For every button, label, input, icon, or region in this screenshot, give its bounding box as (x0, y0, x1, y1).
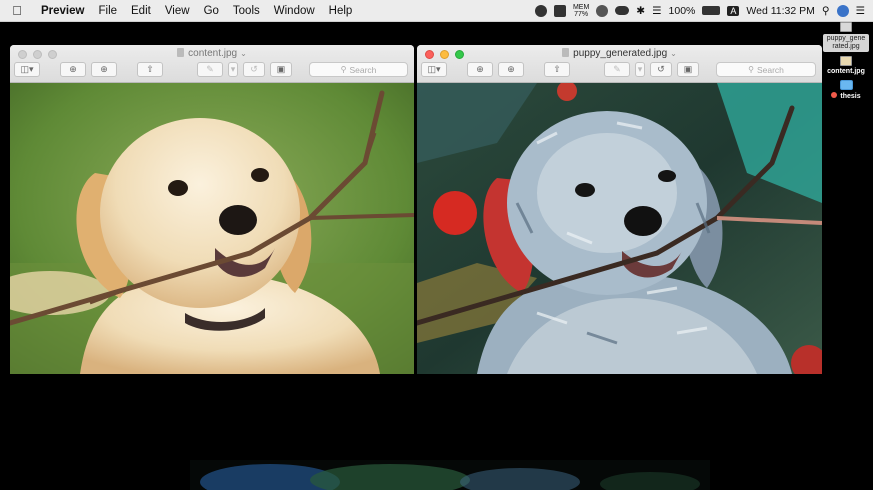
clipboard-icon[interactable] (553, 4, 566, 17)
menu-app-preview[interactable]: Preview (34, 5, 91, 17)
rotate-icon: ↺ (250, 64, 258, 74)
share-button[interactable]: ⇧ (137, 62, 163, 77)
desktop-file-puppy-generated[interactable]: puppy_gene rated.jpg (823, 22, 869, 52)
menu-tools[interactable]: Tools (226, 5, 267, 17)
markup-button[interactable]: ✎ (604, 62, 630, 77)
status-area: MEM 77% ✱ ☰ 100% A Wed 11:32 PM ⚲ ☰ (534, 4, 873, 18)
zoom-in-icon: ⊕ (100, 64, 108, 74)
red-tag-icon (831, 92, 838, 98)
share-icon: ⇧ (553, 64, 561, 74)
folder-label-text: thesis (840, 93, 861, 100)
desktop-folder-thesis[interactable]: thesis (823, 80, 869, 101)
sidebar-icon: ◫▾ (20, 64, 34, 74)
rotate-button[interactable]: ↺ (650, 62, 672, 77)
battery-icon[interactable] (702, 6, 721, 15)
toolbar: ◫▾ ⊕ ⊕ ⇧ ✎ ▾ ↺ ▣ ⚲ Search (421, 62, 818, 77)
chevron-down-icon[interactable]: ⌄ (670, 49, 677, 58)
toolbox-button[interactable]: ▣ (677, 62, 699, 77)
mem-label: MEM (572, 3, 590, 11)
toolbox-button[interactable]: ▣ (270, 62, 292, 77)
file-label: puppy_gene rated.jpg (823, 34, 869, 52)
zoom-out-button[interactable]: ⊕ (467, 62, 493, 77)
battery-percent[interactable]: 100% (669, 5, 696, 17)
cloud-icon[interactable] (615, 6, 630, 15)
desktop-file-content[interactable]: content.jpg (823, 56, 869, 76)
menu-file[interactable]: File (91, 5, 124, 17)
toolbox-icon: ▣ (276, 64, 286, 74)
pen-icon: ✎ (613, 64, 621, 74)
markup-menu-button[interactable]: ▾ (635, 62, 645, 77)
markup-menu-button[interactable]: ▾ (228, 62, 238, 77)
markup-button[interactable]: ✎ (197, 62, 223, 77)
search-field[interactable]: ⚲ Search (716, 62, 816, 77)
share-icon: ⇧ (146, 64, 154, 74)
bluetooth-icon[interactable]: ✱ (636, 5, 645, 17)
notification-center-icon[interactable]: ☰ (856, 5, 865, 17)
zoom-in-button[interactable]: ⊕ (91, 62, 117, 77)
content-image (10, 83, 414, 374)
preview-window-generated[interactable]: puppy_generated.jpg ⌄ ◫▾ ⊕ ⊕ ⇧ ✎ ▾ ↺ ▣ ⚲ S… (417, 45, 822, 374)
sidebar-toggle-button[interactable]: ◫▾ (421, 62, 447, 77)
toolbox-icon: ▣ (683, 64, 693, 74)
window-titlebar[interactable]: puppy_generated.jpg ⌄ ◫▾ ⊕ ⊕ ⇧ ✎ ▾ ↺ ▣ ⚲ S… (417, 45, 822, 83)
memory-meter[interactable]: MEM 77% (573, 4, 589, 18)
menu-help[interactable]: Help (322, 5, 360, 17)
sidebar-icon: ◫▾ (427, 64, 441, 74)
apple-menu-icon[interactable]:  (0, 3, 34, 18)
window-title-text: puppy_generated.jpg (573, 48, 668, 59)
siri-icon[interactable] (836, 4, 849, 17)
chevron-down-icon: ▾ (637, 64, 643, 74)
window-title-text: content.jpg (188, 48, 238, 59)
zoom-out-icon: ⊕ (69, 64, 77, 74)
document-icon (177, 48, 185, 57)
search-icon: ⚲ (748, 65, 754, 74)
file-label: content.jpg (827, 68, 865, 75)
menu-view[interactable]: View (158, 5, 197, 17)
zoom-out-button[interactable]: ⊕ (60, 62, 86, 77)
status-icon-1[interactable] (534, 4, 547, 17)
rotate-button[interactable]: ↺ (243, 62, 265, 77)
desktop: content.jpg⌄ ◫▾ ⊕ ⊕ ⇧ ✎ ▾ ↺ ▣ ⚲Search (0, 22, 873, 490)
menu-edit[interactable]: Edit (124, 5, 158, 17)
input-source-icon[interactable]: A (727, 5, 740, 16)
wifi-icon[interactable]: ☰ (652, 5, 661, 17)
search-icon: ⚲ (340, 65, 347, 74)
window-title: content.jpg ⌄ (10, 48, 414, 59)
clock[interactable]: Wed 11:32 PM (746, 5, 814, 17)
pen-icon: ✎ (206, 64, 214, 74)
status-icon-2[interactable] (596, 4, 609, 17)
chevron-down-icon[interactable]: ⌄ (240, 49, 247, 58)
zoom-in-button[interactable]: ⊕ (498, 62, 524, 77)
image-file-icon (840, 56, 852, 66)
stylized-puppy-image (417, 83, 822, 374)
menu-bar:  Preview File Edit View Go Tools Window… (0, 0, 873, 22)
image-file-icon (840, 22, 852, 32)
generated-image (417, 83, 822, 374)
chevron-down-icon: ▾ (230, 64, 236, 74)
search-placeholder: Search (756, 64, 784, 75)
mem-value: 77% (574, 10, 589, 18)
rotate-icon: ↺ (657, 64, 665, 74)
toolbar: ◫▾ ⊕ ⊕ ⇧ ✎ ▾ ↺ ▣ ⚲ Search (14, 62, 410, 77)
folder-icon (839, 80, 853, 90)
search-field[interactable]: ⚲ Search (309, 62, 408, 77)
document-icon (562, 48, 570, 57)
sidebar-toggle-button[interactable]: ◫▾ (14, 62, 40, 77)
folder-label: thesis (831, 92, 861, 101)
zoom-out-icon: ⊕ (476, 64, 484, 74)
zoom-in-icon: ⊕ (507, 64, 515, 74)
puppy-photo (10, 83, 414, 374)
spotlight-search-icon[interactable]: ⚲ (822, 5, 830, 17)
menu-window[interactable]: Window (267, 5, 322, 17)
window-title: puppy_generated.jpg ⌄ (417, 48, 822, 59)
window-titlebar[interactable]: content.jpg ⌄ ◫▾ ⊕ ⊕ ⇧ ✎ ▾ ↺ ▣ ⚲ Search (10, 45, 414, 83)
menu-go[interactable]: Go (197, 5, 226, 17)
preview-window-content[interactable]: content.jpg ⌄ ◫▾ ⊕ ⊕ ⇧ ✎ ▾ ↺ ▣ ⚲ Search (10, 45, 414, 374)
share-button[interactable]: ⇧ (544, 62, 570, 77)
desktop-files: puppy_gene rated.jpg content.jpg thesis (823, 22, 869, 105)
search-placeholder: Search (349, 64, 377, 75)
partial-image-bottom (190, 460, 710, 490)
